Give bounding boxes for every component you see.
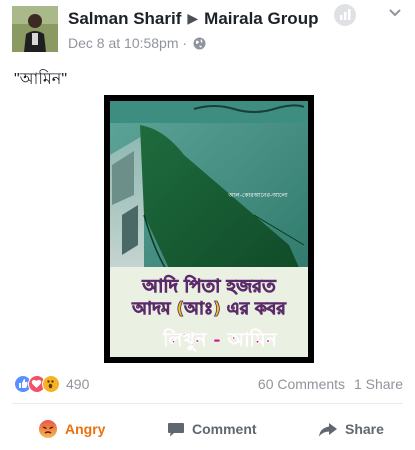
- author-line: Salman Sharif ▶ Mairala Group: [68, 9, 318, 29]
- caption-line-3: লিখুন - আমিন: [162, 328, 278, 352]
- action-divider: [12, 403, 403, 404]
- post-header: Salman Sharif ▶ Mairala Group Dec 8 at 10:…: [0, 0, 415, 60]
- globe-icon: [193, 37, 206, 53]
- post-photo[interactable]: আল-কোরআনের-আলো আদি পিতা হজরত আদম (আঃ) এর…: [104, 95, 314, 363]
- share-arrow-icon: [319, 422, 337, 436]
- comments-count[interactable]: 60 Comments: [258, 376, 345, 392]
- wow-reaction-icon: [42, 375, 60, 393]
- engagement-counts: 60 Comments 1 Share: [258, 376, 403, 392]
- share-button[interactable]: Share: [318, 418, 384, 440]
- share-label: Share: [345, 421, 384, 437]
- post-meta: Dec 8 at 10:58pm ·: [68, 35, 206, 53]
- post-timestamp[interactable]: Dec 8 at 10:58pm: [68, 35, 179, 51]
- reaction-count: 490: [66, 376, 90, 392]
- caption-line-1: আদি পিতা হজরত: [141, 275, 277, 297]
- comment-button[interactable]: Comment: [167, 418, 257, 440]
- watermark-text: আল-কোরআনের-আলো: [227, 192, 288, 199]
- reaction-summary[interactable]: 490: [14, 373, 89, 395]
- angry-reaction-button[interactable]: Angry: [38, 418, 105, 440]
- angry-label: Angry: [65, 421, 106, 437]
- avatar[interactable]: [12, 6, 58, 52]
- insights-icon[interactable]: [334, 4, 356, 26]
- chevron-down-icon[interactable]: [385, 3, 405, 23]
- group-name[interactable]: Mairala Group: [204, 9, 318, 28]
- shares-count[interactable]: 1 Share: [354, 376, 403, 392]
- meta-separator: ·: [182, 35, 188, 51]
- angry-face-icon: [39, 420, 57, 438]
- author-name[interactable]: Salman Sharif: [68, 9, 181, 28]
- post-text: "আমিন": [14, 71, 68, 88]
- triangle-right-icon: ▶: [187, 10, 199, 26]
- svg-text:আল-কোরআনের-আলো: আল-কোরআনের-আলো: [227, 192, 288, 199]
- comment-label: Comment: [192, 421, 257, 437]
- comment-icon: [168, 422, 184, 436]
- caption-line-2: আদম (আঃ) এর কবর: [131, 299, 286, 319]
